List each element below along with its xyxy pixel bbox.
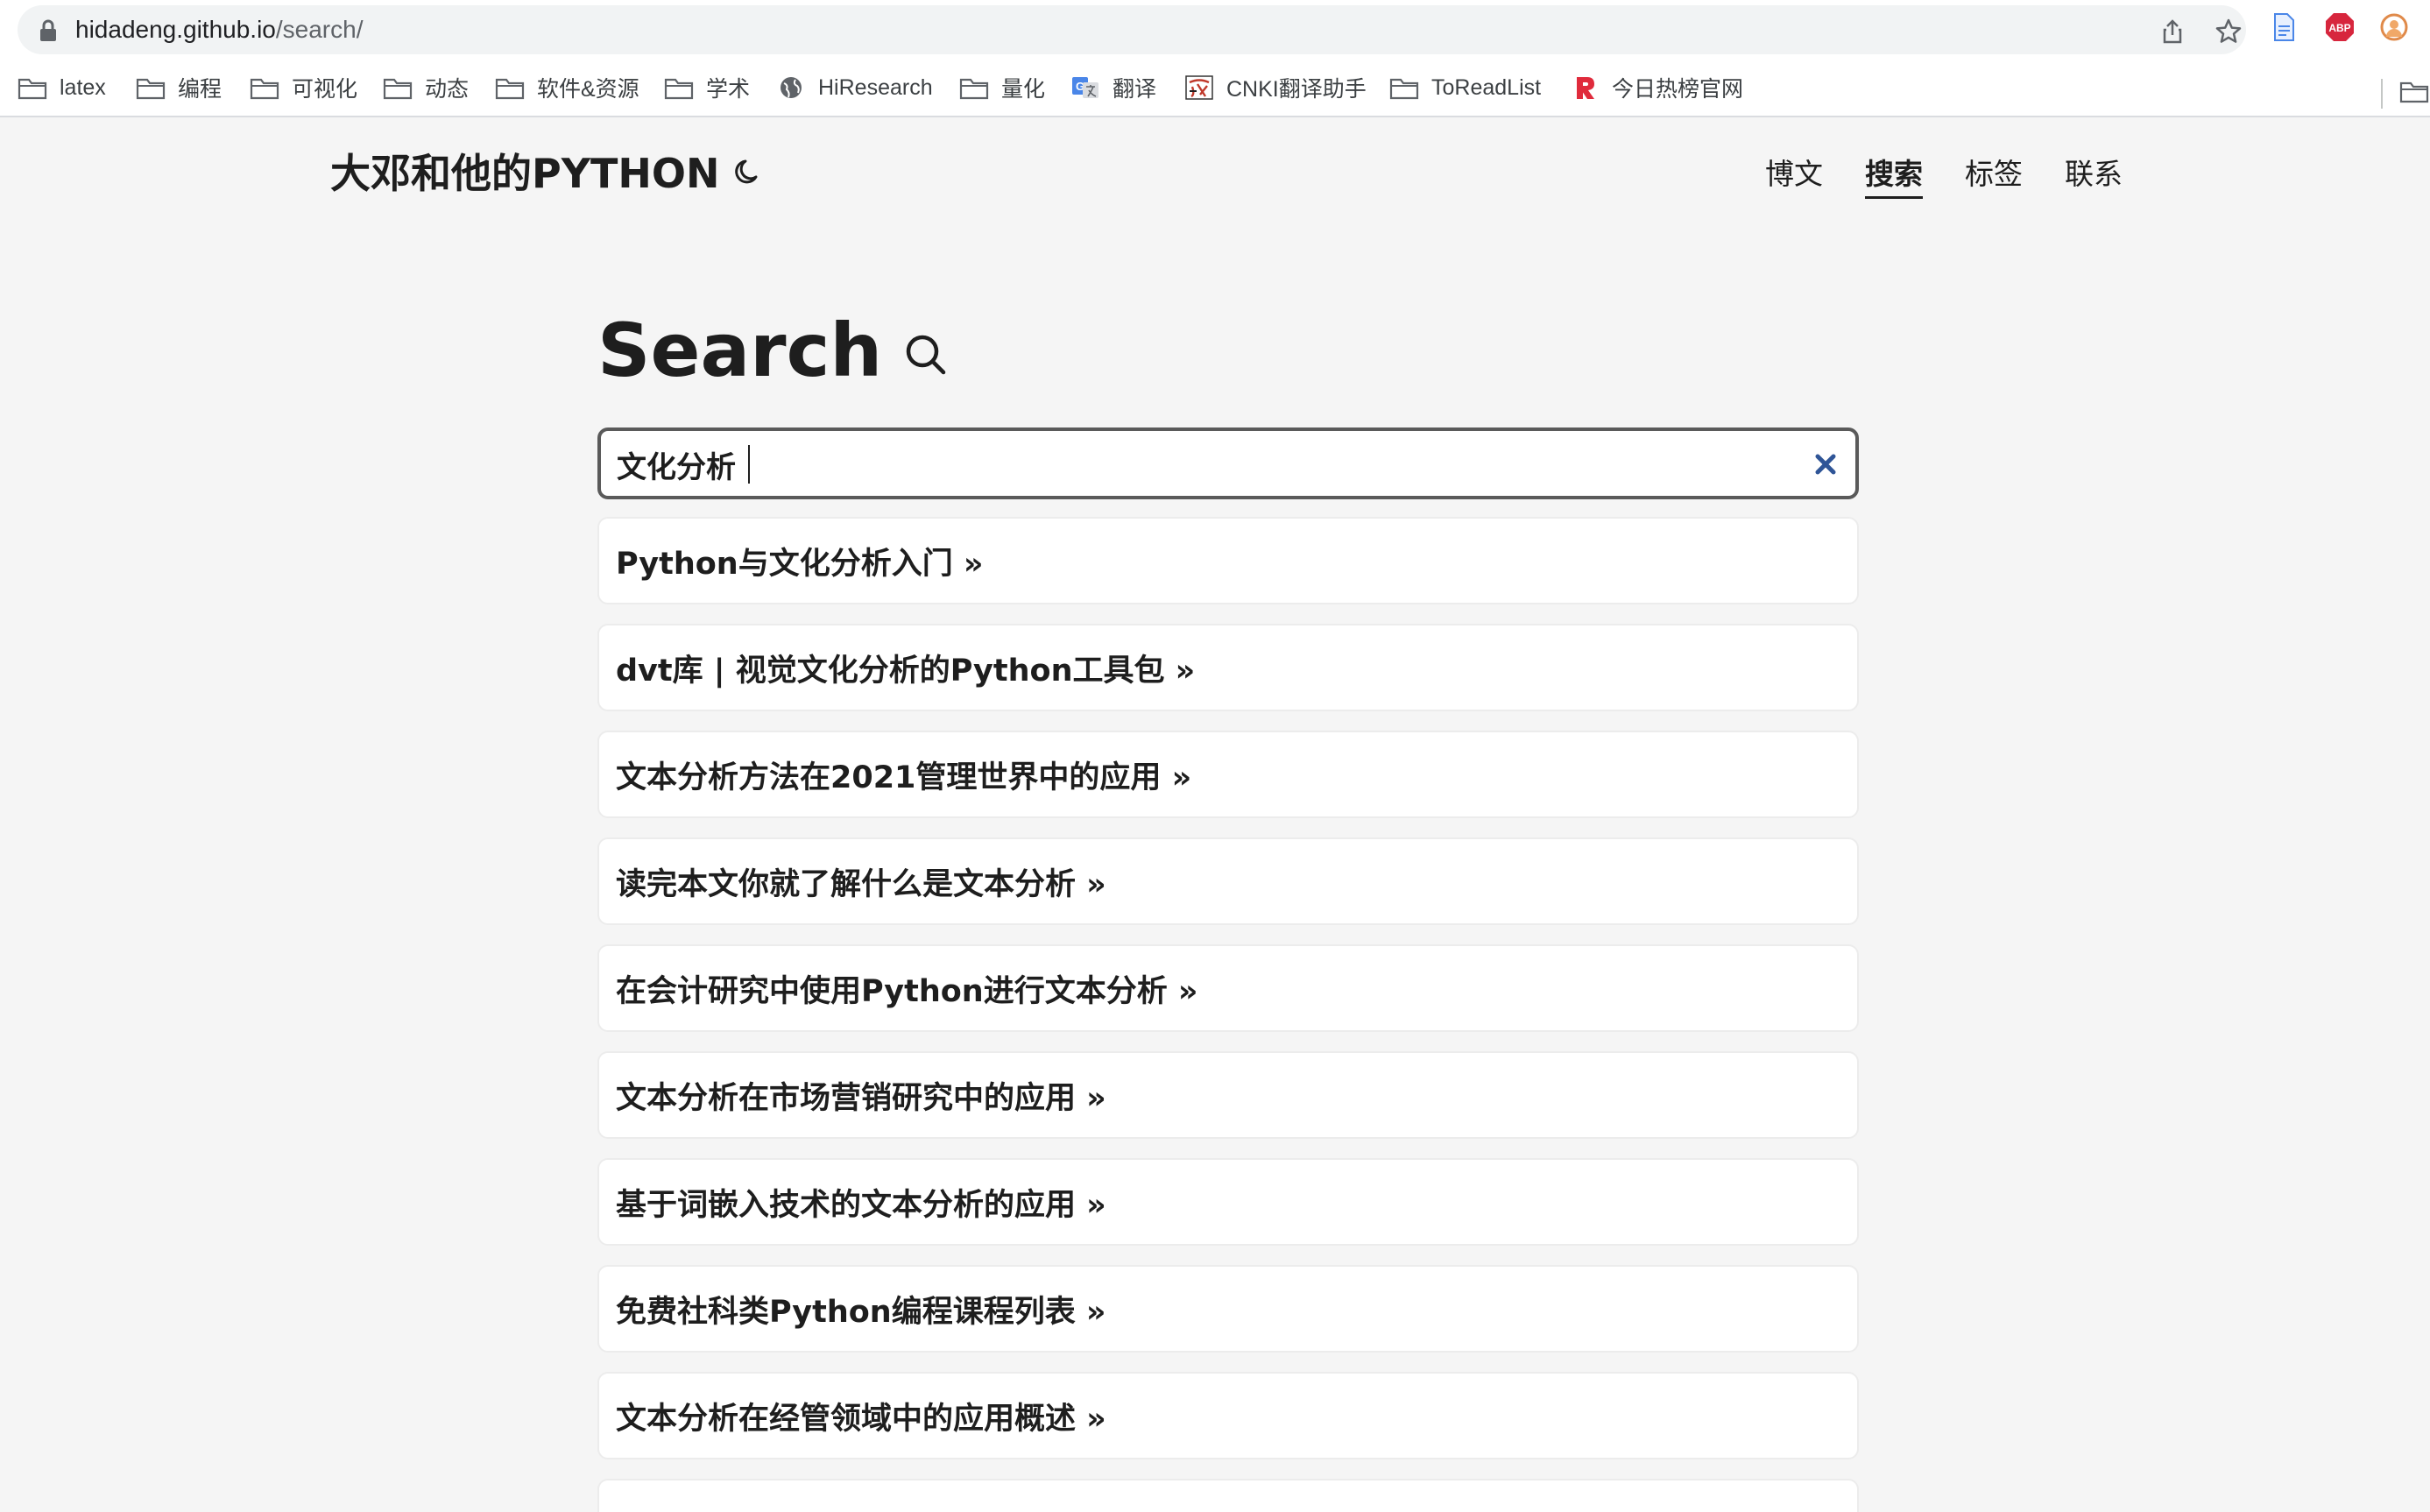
nav-item-search[interactable]: 搜索 bbox=[1865, 151, 1923, 199]
bookmark-programming[interactable]: 编程 bbox=[136, 70, 222, 105]
browser-toolbar: hidadeng.github.io/search/ ABP bbox=[0, 0, 2430, 58]
bookmark-latex[interactable]: latex bbox=[18, 70, 106, 105]
adblock-plus-icon[interactable]: ABP bbox=[2325, 12, 2355, 42]
main-content: Search Python与文化分析入门 » dvt库 | 视觉文化分析的Pyt… bbox=[597, 298, 1859, 1512]
result-title: 文本分析在市场营销研究中的应用 » bbox=[616, 1080, 1106, 1116]
text-caret bbox=[748, 445, 750, 484]
bookmark-rebang[interactable]: 今日热榜官网 bbox=[1570, 70, 1743, 105]
bookmark-label: ToReadList bbox=[1431, 74, 1542, 100]
cnki-icon bbox=[1185, 75, 1213, 100]
profile-extension-icon[interactable] bbox=[2379, 12, 2409, 42]
bookmark-label: 软件&资源 bbox=[537, 77, 639, 102]
url-text[interactable]: hidadeng.github.io/search/ bbox=[75, 16, 363, 44]
folder-icon bbox=[959, 78, 989, 100]
search-results: Python与文化分析入门 » dvt库 | 视觉文化分析的Python工具包 … bbox=[597, 517, 1859, 1512]
clear-search-icon[interactable] bbox=[1813, 452, 1838, 477]
bookmark-toreadlist[interactable]: ToReadList bbox=[1389, 70, 1541, 105]
result-title: dvt库 | 视觉文化分析的Python工具包 » bbox=[616, 653, 1196, 689]
adblock-badge-text: ABP bbox=[2328, 22, 2350, 34]
bookmark-label: 量化 bbox=[1001, 77, 1046, 102]
result-card[interactable]: 读完本文你就了解什么是文本分析 » bbox=[597, 837, 1859, 925]
result-card[interactable]: 免费社科类Python编程课程列表 » bbox=[597, 1265, 1859, 1353]
address-bar[interactable]: hidadeng.github.io/search/ bbox=[18, 5, 2246, 54]
result-card-partial[interactable] bbox=[597, 1479, 1859, 1512]
search-box bbox=[597, 427, 1859, 499]
dark-mode-moon-icon[interactable] bbox=[733, 156, 765, 187]
bookmark-dynamic[interactable]: 动态 bbox=[383, 70, 469, 105]
nav-item-posts[interactable]: 博文 bbox=[1765, 151, 1823, 199]
folder-icon[interactable] bbox=[2398, 79, 2430, 103]
share-icon[interactable] bbox=[2158, 18, 2186, 46]
result-card[interactable]: 文本分析在市场营销研究中的应用 » bbox=[597, 1051, 1859, 1139]
bookmarks-overflow-divider bbox=[2381, 79, 2383, 109]
result-card[interactable]: 文本分析方法在2021管理世界中的应用 » bbox=[597, 731, 1859, 818]
bookmark-software-resources[interactable]: 软件&资源 bbox=[495, 70, 639, 105]
bookmark-hiresearch[interactable]: HiResearch bbox=[776, 70, 933, 105]
lock-icon bbox=[40, 19, 56, 41]
bookmark-quant[interactable]: 量化 bbox=[959, 70, 1045, 105]
page-title-row: Search bbox=[597, 298, 1859, 403]
bookmarks-bar: latex 编程 可视化 动态 软件&资源 学术 HiResearch 量化 G… bbox=[0, 58, 2430, 117]
page-title: Search bbox=[597, 307, 883, 393]
google-translate-icon: G bbox=[1072, 77, 1098, 98]
result-card[interactable]: 基于词嵌入技术的文本分析的应用 » bbox=[597, 1158, 1859, 1246]
folder-icon bbox=[18, 78, 47, 100]
bookmark-label: HiResearch bbox=[818, 74, 933, 100]
search-icon bbox=[906, 335, 946, 375]
url-path: /search/ bbox=[275, 16, 364, 43]
result-title: 读完本文你就了解什么是文本分析 » bbox=[616, 866, 1106, 902]
result-title: 基于词嵌入技术的文本分析的应用 » bbox=[616, 1187, 1106, 1223]
folder-icon bbox=[495, 78, 525, 100]
bookmark-cnki[interactable]: CNKI翻译助手 bbox=[1184, 70, 1367, 105]
bookmark-translate[interactable]: G 翻译 bbox=[1070, 70, 1156, 105]
bookmark-label: 动态 bbox=[425, 77, 470, 102]
folder-icon bbox=[383, 78, 413, 100]
folder-icon bbox=[250, 78, 279, 100]
folder-icon bbox=[1389, 78, 1419, 100]
result-title: 文本分析方法在2021管理世界中的应用 » bbox=[616, 760, 1192, 795]
bookmark-label: 今日热榜官网 bbox=[1612, 77, 1744, 102]
site-header: 大邓和他的PYTHON 博文 搜索 标签 联系 bbox=[0, 117, 2430, 231]
bookmark-label: 可视化 bbox=[292, 77, 358, 102]
result-card[interactable]: 在会计研究中使用Python进行文本分析 » bbox=[597, 944, 1859, 1032]
url-host: hidadeng.github.io bbox=[75, 16, 276, 43]
main-nav: 博文 搜索 标签 联系 bbox=[1765, 151, 2123, 199]
bookmark-academic[interactable]: 学术 bbox=[664, 70, 750, 105]
bookmark-label: 学术 bbox=[706, 77, 751, 102]
search-input[interactable] bbox=[617, 442, 1755, 487]
result-card[interactable]: Python与文化分析入门 » bbox=[597, 517, 1859, 604]
globe-icon bbox=[781, 77, 802, 98]
bookmark-visualization[interactable]: 可视化 bbox=[250, 70, 357, 105]
result-title: Python与文化分析入门 » bbox=[616, 546, 984, 582]
bookmark-label: 编程 bbox=[178, 77, 223, 102]
nav-item-tags[interactable]: 标签 bbox=[1965, 151, 2023, 199]
bookmark-label: 翻译 bbox=[1113, 77, 1157, 102]
result-card[interactable]: dvt库 | 视觉文化分析的Python工具包 » bbox=[597, 624, 1859, 711]
result-card[interactable]: 文本分析在经管领域中的应用概述 » bbox=[597, 1372, 1859, 1459]
rebang-r-icon bbox=[1577, 77, 1594, 99]
site-title[interactable]: 大邓和他的PYTHON bbox=[330, 142, 720, 200]
nav-item-contact[interactable]: 联系 bbox=[2065, 151, 2123, 199]
document-extension-icon[interactable] bbox=[2269, 12, 2299, 42]
bookmark-label: latex bbox=[60, 74, 106, 100]
result-title: 文本分析在经管领域中的应用概述 » bbox=[616, 1401, 1106, 1437]
bookmark-star-icon[interactable] bbox=[2215, 18, 2243, 46]
bookmark-label: CNKI翻译助手 bbox=[1226, 77, 1367, 102]
folder-icon bbox=[664, 78, 694, 100]
folder-icon bbox=[136, 78, 166, 100]
result-title: 免费社科类Python编程课程列表 » bbox=[616, 1294, 1106, 1330]
result-title: 在会计研究中使用Python进行文本分析 » bbox=[616, 973, 1198, 1009]
